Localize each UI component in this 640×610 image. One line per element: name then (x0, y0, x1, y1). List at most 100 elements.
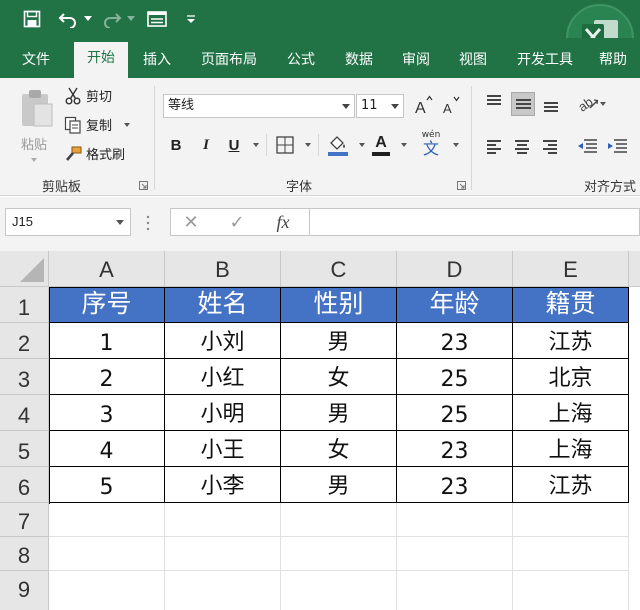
tab-home[interactable]: 开始 (74, 42, 128, 78)
phonetic-dropdown[interactable] (446, 134, 460, 156)
column-header-d[interactable]: D (397, 251, 513, 287)
column-header-f[interactable] (629, 251, 640, 287)
cell-c6[interactable]: 男 (281, 467, 397, 503)
tab-review[interactable]: 审阅 (393, 48, 439, 78)
orientation-button[interactable]: ab (575, 92, 606, 115)
cell-c2[interactable]: 男 (281, 323, 397, 359)
redo-dropdown-icon[interactable] (126, 7, 136, 31)
cell-a3[interactable]: 2 (49, 359, 165, 395)
column-header-a[interactable]: A (49, 251, 165, 287)
row-header-3[interactable]: 3 (0, 359, 49, 395)
cell-a7[interactable] (49, 503, 165, 537)
cell-d4[interactable]: 25 (397, 395, 513, 431)
cell-b4[interactable]: 小明 (165, 395, 281, 431)
cell-c1[interactable]: 性别 (281, 287, 397, 323)
increase-font-button[interactable]: A (414, 94, 434, 118)
row-header-7[interactable]: 7 (0, 503, 49, 537)
row-header-5[interactable]: 5 (0, 431, 49, 467)
cell-d6[interactable]: 23 (397, 467, 513, 503)
tab-developer[interactable]: 开发工具 (510, 48, 580, 78)
cell-b7[interactable] (165, 503, 281, 537)
cell-d8[interactable] (397, 537, 513, 571)
cell-a1[interactable]: 序号 (49, 287, 165, 323)
undo-icon[interactable] (56, 7, 80, 31)
fill-color-button[interactable] (326, 132, 350, 158)
form-icon[interactable] (145, 7, 169, 31)
underline-button[interactable]: U (224, 134, 244, 156)
font-color-button[interactable]: A (370, 132, 392, 158)
borders-button[interactable] (274, 134, 296, 156)
bold-button[interactable]: B (166, 134, 186, 156)
cell-e2[interactable]: 江苏 (513, 323, 629, 359)
cell-d2[interactable]: 23 (397, 323, 513, 359)
formula-input[interactable] (309, 208, 640, 236)
cell-d3[interactable]: 25 (397, 359, 513, 395)
copy-dropdown-icon[interactable] (124, 122, 131, 127)
redo-icon[interactable] (100, 7, 124, 31)
paste-button[interactable]: 粘贴 (14, 86, 58, 170)
cell-e9[interactable] (513, 571, 629, 610)
align-right-button[interactable] (540, 136, 560, 156)
phonetic-button[interactable]: wén 文 (418, 130, 444, 158)
fill-color-dropdown[interactable] (352, 134, 366, 156)
cell-e1[interactable]: 籍贯 (513, 287, 629, 323)
tab-page-layout[interactable]: 页面布局 (193, 48, 265, 78)
cell-a6[interactable]: 5 (49, 467, 165, 503)
cell-c5[interactable]: 女 (281, 431, 397, 467)
underline-dropdown[interactable] (246, 134, 260, 156)
column-header-c[interactable]: C (281, 251, 397, 287)
row-header-4[interactable]: 4 (0, 395, 49, 431)
font-launcher-icon[interactable] (457, 181, 466, 190)
cell-a9[interactable] (49, 571, 165, 610)
cell-c8[interactable] (281, 537, 397, 571)
row-header-9[interactable]: 9 (0, 571, 49, 610)
row-header-2[interactable]: 2 (0, 323, 49, 359)
cell-d7[interactable] (397, 503, 513, 537)
row-header-8[interactable]: 8 (0, 537, 49, 571)
row-header-1[interactable]: 1 (0, 287, 49, 323)
italic-button[interactable]: I (196, 134, 216, 156)
cell-d1[interactable]: 年龄 (397, 287, 513, 323)
tab-help[interactable]: 帮助 (590, 48, 636, 78)
insert-function-button[interactable]: fx (263, 209, 303, 235)
cut-button[interactable]: 剪切 (64, 86, 112, 105)
cell-e5[interactable]: 上海 (513, 431, 629, 467)
align-top-button[interactable] (484, 92, 504, 112)
cell-c9[interactable] (281, 571, 397, 610)
undo-dropdown-icon[interactable] (83, 7, 93, 31)
cell-a8[interactable] (49, 537, 165, 571)
cell-b2[interactable]: 小刘 (165, 323, 281, 359)
tab-data[interactable]: 数据 (336, 48, 382, 78)
cell-b5[interactable]: 小王 (165, 431, 281, 467)
font-size-combo[interactable]: 11 (356, 94, 404, 118)
cell-b1[interactable]: 姓名 (165, 287, 281, 323)
cell-b9[interactable] (165, 571, 281, 610)
select-all-button[interactable] (0, 251, 49, 287)
name-box[interactable]: J15 (5, 208, 131, 236)
customize-icon[interactable] (184, 7, 198, 31)
cancel-button[interactable]: ✕ (171, 209, 211, 235)
borders-dropdown[interactable] (298, 134, 312, 156)
save-icon[interactable] (20, 7, 44, 31)
align-middle-button[interactable] (511, 92, 535, 116)
cell-d5[interactable]: 23 (397, 431, 513, 467)
enter-button[interactable]: ✓ (217, 209, 257, 235)
cell-e7[interactable] (513, 503, 629, 537)
cell-c4[interactable]: 男 (281, 395, 397, 431)
cell-c3[interactable]: 女 (281, 359, 397, 395)
cell-e4[interactable]: 上海 (513, 395, 629, 431)
column-header-e[interactable]: E (513, 251, 629, 287)
increase-indent-button[interactable] (606, 136, 628, 156)
formula-bar-resize-icon[interactable] (146, 215, 150, 231)
column-header-b[interactable]: B (165, 251, 281, 287)
tab-view[interactable]: 视图 (450, 48, 496, 78)
align-bottom-button[interactable] (541, 94, 561, 114)
font-name-combo[interactable]: 等线 (163, 94, 355, 118)
align-center-button[interactable] (512, 136, 532, 156)
cell-b8[interactable] (165, 537, 281, 571)
cell-b3[interactable]: 小红 (165, 359, 281, 395)
clipboard-launcher-icon[interactable] (139, 181, 148, 190)
cell-e3[interactable]: 北京 (513, 359, 629, 395)
cell-b6[interactable]: 小李 (165, 467, 281, 503)
tab-insert[interactable]: 插入 (134, 48, 180, 78)
